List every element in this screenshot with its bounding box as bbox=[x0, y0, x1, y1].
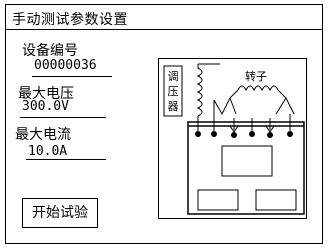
regulator-char-1: 调 bbox=[168, 70, 179, 83]
rotor-arm-right bbox=[277, 89, 295, 115]
terminal-4 bbox=[249, 131, 255, 137]
max-voltage-value[interactable]: 300.0V bbox=[22, 99, 69, 114]
terminal-6 bbox=[287, 131, 293, 137]
wiring-diagram: 调 压 器 转子 bbox=[158, 58, 307, 219]
regulator-char-2: 压 bbox=[168, 85, 179, 98]
regulator-char-3: 器 bbox=[168, 100, 179, 113]
rotor-label: 转子 bbox=[245, 69, 267, 83]
device-number-value[interactable]: 00000036 bbox=[34, 58, 97, 73]
device-number-label: 设备编号 bbox=[22, 43, 78, 59]
bottom-box-right bbox=[255, 189, 297, 211]
max-current-underline bbox=[26, 159, 106, 160]
rotor-arm-right-2 bbox=[275, 97, 287, 115]
terminal-5 bbox=[267, 132, 273, 138]
rotor-arm-left-2 bbox=[229, 97, 237, 115]
display-panel bbox=[221, 145, 273, 177]
terminal-3 bbox=[231, 132, 237, 138]
bottom-box-left bbox=[197, 189, 239, 211]
rotor-coil bbox=[237, 85, 279, 92]
max-current-value[interactable]: 10.0A bbox=[28, 144, 67, 159]
window-title: 手动测试参数设置 bbox=[12, 12, 128, 28]
title-bar: 手动测试参数设置 bbox=[6, 5, 322, 30]
max-current-label: 最大电流 bbox=[15, 127, 71, 143]
device-number-underline bbox=[32, 76, 112, 77]
terminal-2 bbox=[211, 131, 217, 137]
terminal-1 bbox=[195, 131, 201, 137]
regulator-coil bbox=[196, 64, 203, 117]
start-test-button[interactable]: 开始试验 bbox=[22, 198, 98, 228]
max-voltage-underline bbox=[20, 117, 106, 118]
